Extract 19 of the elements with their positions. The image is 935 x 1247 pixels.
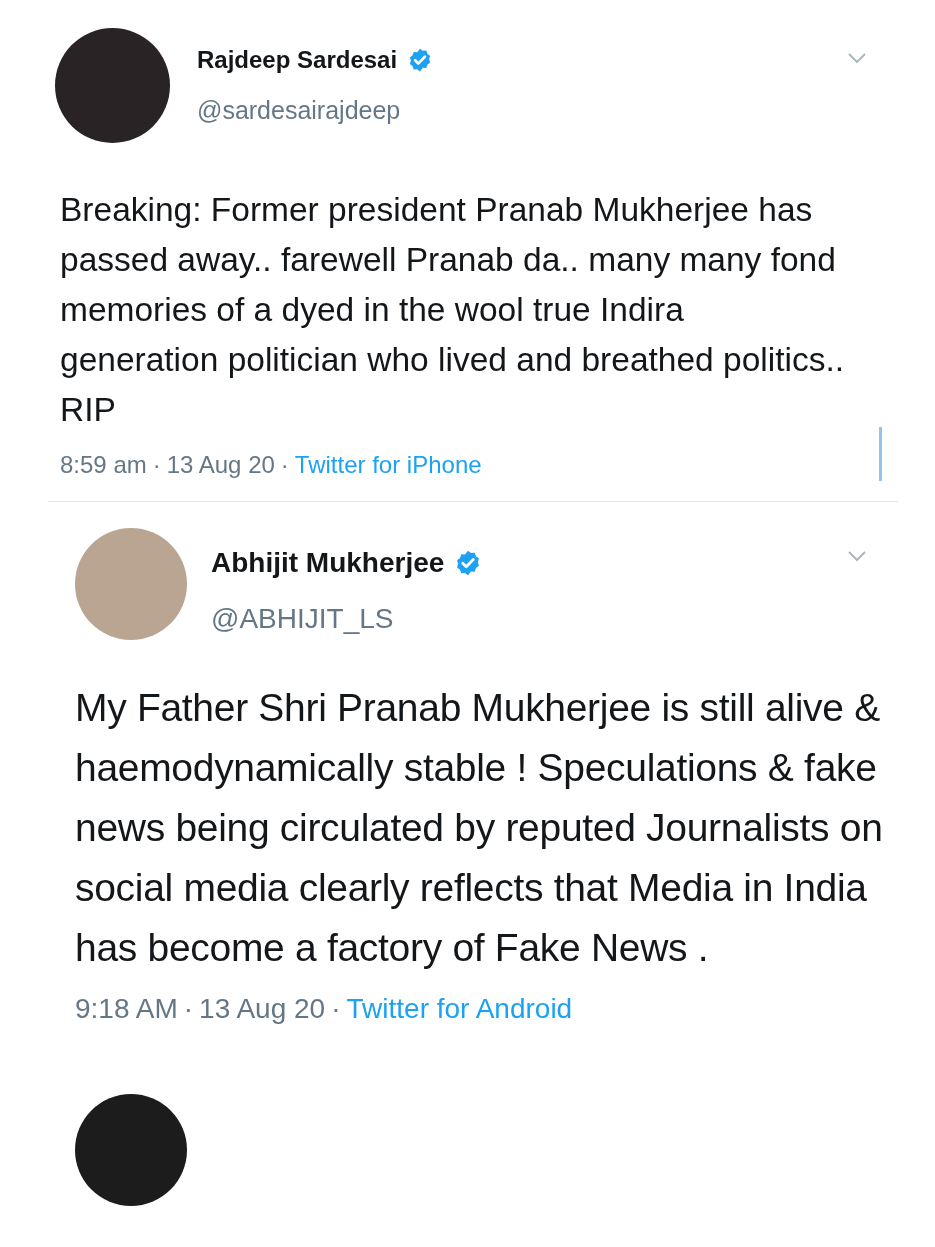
chevron-down-icon[interactable]: [847, 52, 867, 64]
tweet-text: My Father Shri Pranab Mukherjee is still alive & haemodynamically stable ! Speculations & fake news being circulated by reputed Journalists on social media clearly reflects that Media in India has become a factory of Fake News .: [75, 685, 884, 971]
separator-dot: ·: [280, 450, 289, 480]
tweet-text: Breaking: Former president Pranab Mukherjee has passed away.. farewell Pranab da.. many many fond memories of a dyed in the wool true Indira generation politician who lived and breathed politics.. RIP: [59, 190, 845, 430]
chevron-down-icon[interactable]: [847, 550, 867, 562]
tweet-time: 8:59 am: [60, 450, 147, 480]
author-name[interactable]: Rajdeep Sardesai: [197, 42, 398, 78]
author-handle[interactable]: @ABHIJIT_LS: [211, 598, 823, 640]
author-handle[interactable]: @sardesairajdeep: [197, 92, 820, 130]
tweet-source-link[interactable]: Twitter for Android: [346, 988, 573, 1030]
tweet-date: 13 Aug 20: [166, 450, 275, 480]
separator-dot: ·: [183, 992, 194, 1026]
tweet-date: 13 Aug 20: [199, 992, 326, 1026]
separator-dot: ·: [331, 992, 341, 1026]
tweet-source-link[interactable]: Twitter for iPhone: [294, 447, 482, 483]
scroll-indicator: [879, 427, 882, 481]
separator-dot: ·: [152, 450, 161, 480]
tweet-time: 9:18 AM: [75, 992, 178, 1026]
author-name[interactable]: Abhijit Mukherjee: [211, 542, 445, 584]
